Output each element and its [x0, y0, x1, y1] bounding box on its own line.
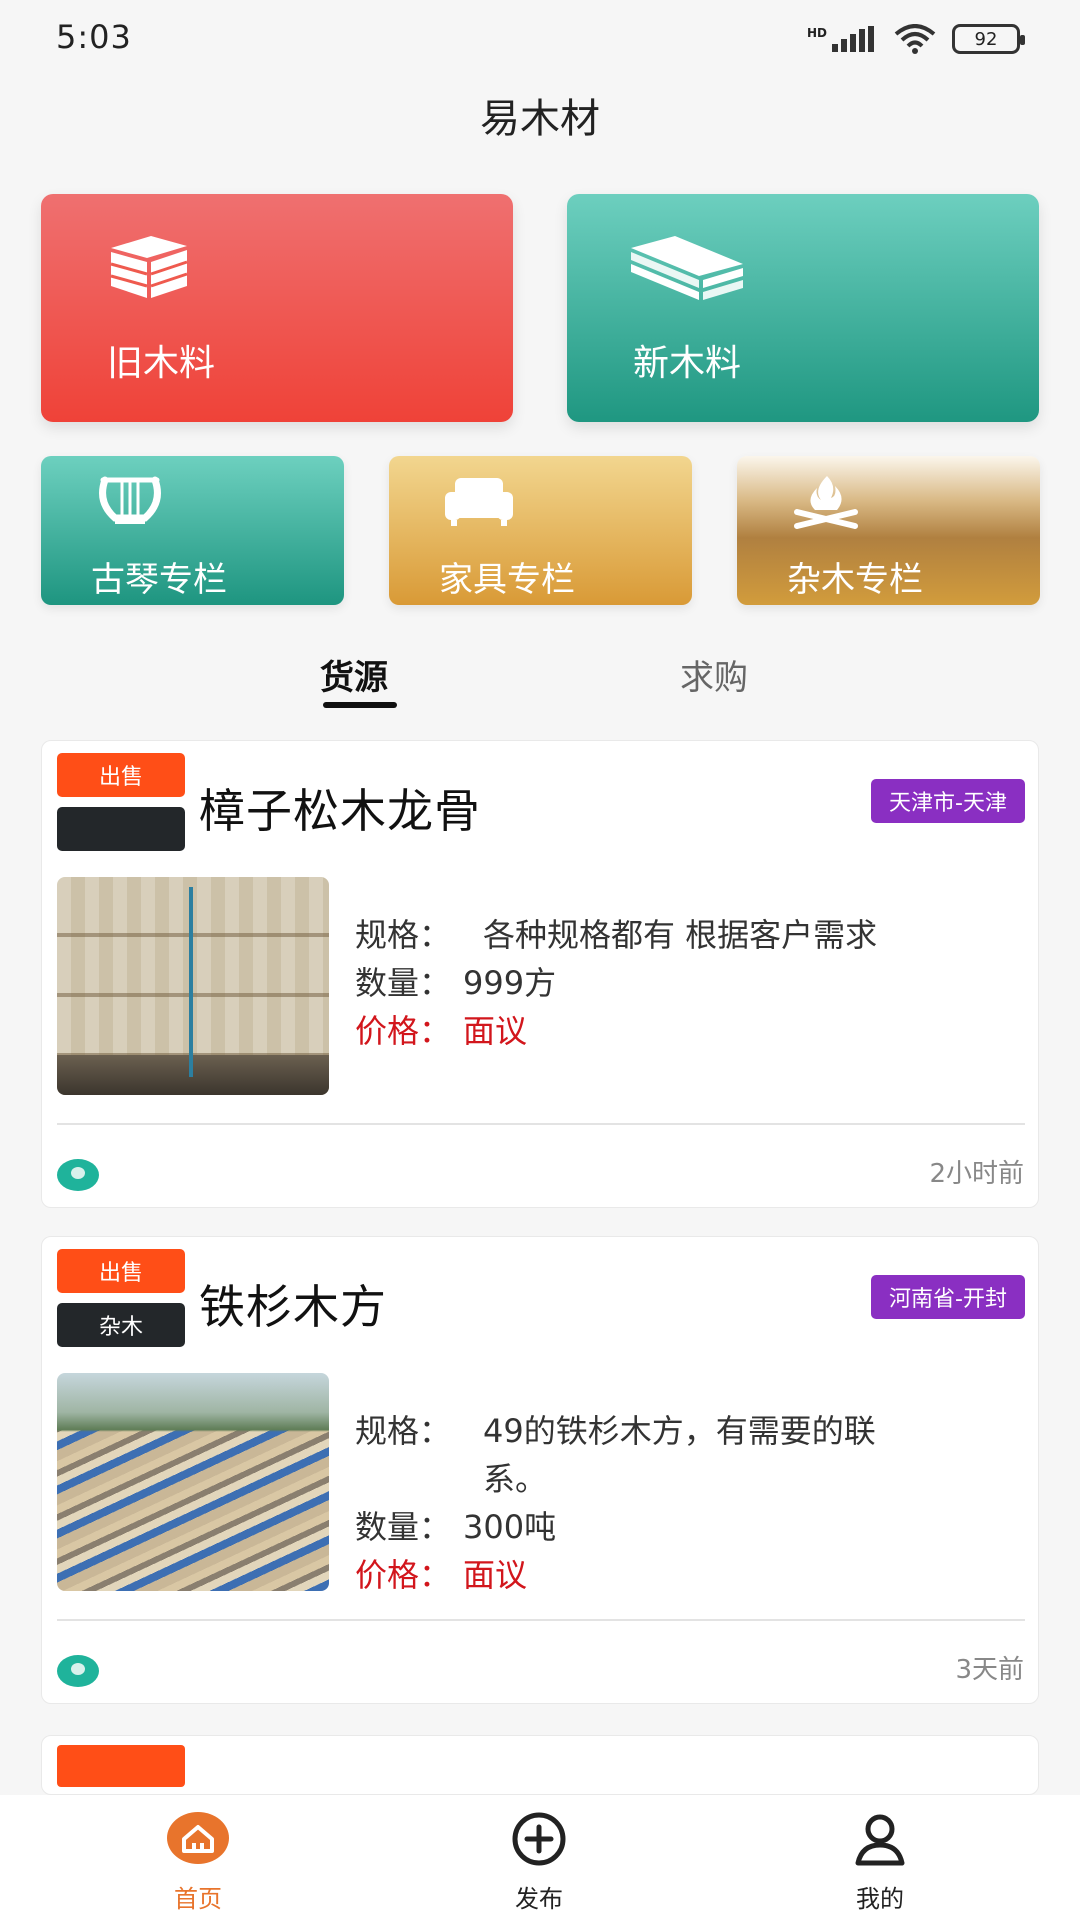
sale-badge: 出售 — [57, 1249, 185, 1293]
category-new-wood[interactable]: 新木料 — [567, 194, 1039, 422]
listing-card[interactable] — [41, 1735, 1039, 1795]
tab-demand[interactable]: 求购 — [680, 650, 748, 699]
listing-photo[interactable] — [57, 1373, 329, 1591]
price-value: 面议 — [463, 1012, 528, 1050]
spec-value: 各种规格都有 根据客户需求 — [483, 916, 878, 954]
spec-row: 规格： 各种规格都有 根据客户需求 — [355, 911, 1005, 959]
category-badge: 杂木 — [57, 1303, 185, 1347]
price-row: 价格： 面议 — [355, 1007, 1005, 1055]
listing-tabs: 货源 求购 — [0, 650, 1080, 712]
sofa-icon — [445, 478, 513, 526]
spec-row: 规格： 49的铁杉木方，有需要的联系。 — [355, 1407, 1005, 1503]
seller-avatar[interactable] — [57, 1655, 99, 1687]
home-icon — [167, 1812, 229, 1864]
add-circle-icon — [512, 1812, 566, 1866]
category-new-wood-label: 新木料 — [633, 343, 742, 384]
spec-label: 规格： — [355, 916, 452, 954]
listing-card[interactable]: 出售 樟子松木龙骨 天津市-天津 规格： 各种规格都有 根据客户需求 数量： 9… — [41, 740, 1039, 1208]
sale-badge: 出售 — [57, 753, 185, 797]
nav-mine[interactable]: 我的 — [800, 1795, 960, 1920]
spec-value: 49的铁杉木方，有需要的联系。 — [483, 1412, 876, 1498]
category-badge — [57, 807, 185, 851]
category-old-wood[interactable]: 旧木料 — [41, 194, 513, 422]
quantity-row: 数量： 999方 — [355, 959, 1005, 1007]
battery-indicator: 92 — [952, 24, 1025, 54]
section-misc-wood-label: 杂木专栏 — [787, 560, 923, 600]
lumber-boards-icon — [631, 236, 743, 300]
quantity-row: 数量： 300吨 — [355, 1503, 1005, 1551]
campfire-icon — [794, 476, 858, 529]
active-tab-indicator — [323, 702, 397, 708]
price-row: 价格： 面议 — [355, 1551, 1005, 1599]
card-divider — [57, 1619, 1025, 1621]
status-icons: HD 92 — [807, 24, 1025, 54]
section-guqin[interactable]: 古琴专栏 — [41, 456, 344, 605]
stacked-planks-icon — [110, 236, 188, 298]
section-guqin-label: 古琴专栏 — [91, 560, 227, 600]
seller-avatar[interactable] — [57, 1159, 99, 1191]
price-label: 价格： — [355, 1556, 452, 1594]
location-badge: 天津市-天津 — [871, 779, 1025, 823]
nav-publish[interactable]: 发布 — [459, 1795, 619, 1920]
section-furniture[interactable]: 家具专栏 — [389, 456, 692, 605]
nav-home[interactable]: 首页 — [118, 1795, 278, 1920]
category-old-wood-label: 旧木料 — [107, 343, 216, 384]
lyre-icon — [99, 476, 161, 524]
wifi-icon — [894, 24, 936, 54]
status-bar: 5:03 HD 92 — [0, 0, 1080, 80]
listing-photo[interactable] — [57, 877, 329, 1095]
location-badge: 河南省-开封 — [871, 1275, 1025, 1319]
page-title: 易木材 — [480, 96, 600, 142]
listing-details: 规格： 各种规格都有 根据客户需求 数量： 999方 价格： 面议 — [355, 911, 1005, 1055]
sale-badge — [57, 1745, 185, 1787]
posted-time: 3天前 — [955, 1655, 1024, 1685]
section-misc-wood[interactable]: 杂木专栏 — [737, 456, 1040, 605]
section-furniture-label: 家具专栏 — [439, 560, 575, 600]
status-time: 5:03 — [56, 18, 132, 56]
price-value: 面议 — [463, 1556, 528, 1594]
listing-details: 规格： 49的铁杉木方，有需要的联系。 数量： 300吨 价格： 面议 — [355, 1407, 1005, 1599]
bottom-nav: 首页 发布 我的 — [0, 1795, 1080, 1920]
signal-icon: HD — [807, 26, 878, 52]
nav-home-label: 首页 — [174, 1885, 222, 1913]
quantity-label: 数量： — [355, 1508, 452, 1546]
battery-level: 92 — [974, 28, 998, 50]
user-icon — [855, 1814, 905, 1866]
listing-card[interactable]: 出售 杂木 铁杉木方 河南省-开封 规格： 49的铁杉木方，有需要的联系。 数量… — [41, 1236, 1039, 1704]
card-divider — [57, 1123, 1025, 1125]
posted-time: 2小时前 — [929, 1159, 1024, 1189]
tab-supply[interactable]: 货源 — [320, 650, 388, 699]
price-label: 价格： — [355, 1012, 452, 1050]
network-type: HD — [806, 26, 827, 40]
quantity-value: 300吨 — [463, 1508, 557, 1546]
listing-title: 樟子松木龙骨 — [199, 784, 481, 838]
quantity-value: 999方 — [463, 964, 557, 1002]
nav-publish-label: 发布 — [515, 1885, 563, 1913]
nav-mine-label: 我的 — [856, 1885, 904, 1913]
quantity-label: 数量： — [355, 964, 452, 1002]
listing-title: 铁杉木方 — [199, 1280, 387, 1334]
spec-label: 规格： — [355, 1412, 452, 1450]
